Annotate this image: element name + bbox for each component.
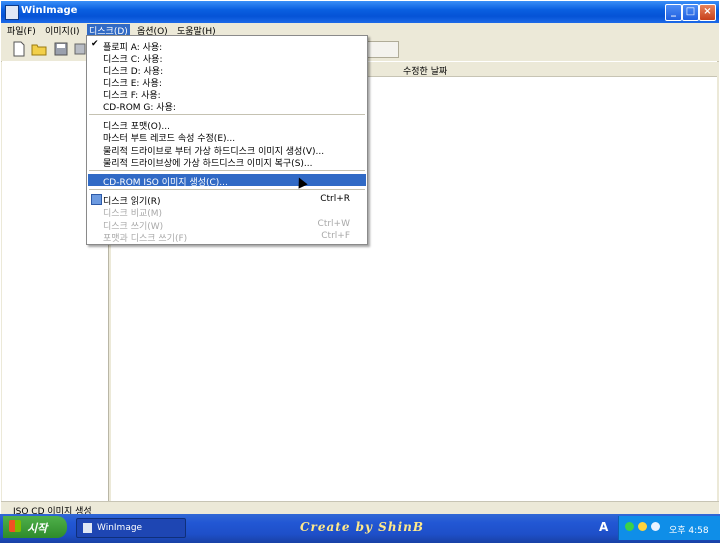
toolbar-field[interactable] — [367, 41, 399, 58]
app-icon[interactable] — [5, 5, 19, 20]
minimize-button[interactable]: _ — [665, 4, 682, 21]
close-button[interactable]: × — [699, 4, 716, 21]
clock[interactable]: 오후 4:58 — [669, 523, 709, 536]
disk-dropdown-menu: ✔ 플로피 A: 사용: 디스크 C: 사용: 디스크 D: 사용: 디스크 E… — [86, 35, 368, 245]
window-title: WinImage — [21, 5, 78, 16]
menu-item-read-disk[interactable]: 디스크 읽기(R) Ctrl+R — [88, 193, 366, 207]
winimage-icon — [83, 523, 92, 533]
tray-app-icon[interactable] — [638, 522, 647, 531]
menu-file[interactable]: 파일(F) — [5, 24, 38, 37]
system-tray: 오후 4:58 — [618, 516, 720, 540]
menu-item-floppy-a[interactable]: ✔ 플로피 A: 사용: — [88, 39, 366, 53]
network-icon[interactable] — [625, 522, 634, 531]
menu-item-disk-f[interactable]: 디스크 F: 사용: — [88, 87, 366, 101]
menu-item-restore-vhd[interactable]: 물리적 드라이브상에 가상 하드디스크 이미지 복구(S)... — [88, 155, 366, 169]
taskbar: 시작 WinImage Create by ShinB A 오후 4:58 — [0, 514, 720, 543]
start-button[interactable]: 시작 — [3, 516, 67, 538]
ime-indicator[interactable]: A — [599, 520, 608, 534]
menu-item-format-write-disk: 포맷과 디스크 쓰기(F) Ctrl+F — [103, 231, 350, 244]
maximize-button[interactable]: □ — [682, 4, 699, 21]
menu-separator — [89, 170, 365, 171]
save-icon[interactable] — [53, 41, 69, 57]
menu-separator — [89, 189, 365, 190]
checkmark-icon: ✔ — [91, 39, 99, 49]
taskbar-item-winimage[interactable]: WinImage — [76, 518, 186, 538]
menu-item-format-disk[interactable]: 디스크 포맷(O)... — [88, 118, 366, 132]
banner-text: Create by ShinB — [300, 520, 424, 534]
menu-item-write-disk: 디스크 쓰기(W) Ctrl+W — [103, 219, 350, 232]
read-disk-icon — [91, 194, 102, 205]
menu-item-compare-disk: 디스크 비교(M) — [103, 209, 163, 219]
windows-logo-icon — [9, 520, 21, 532]
column-modified-date[interactable]: 수정한 날짜 — [403, 64, 447, 77]
menu-item-disk-c[interactable]: 디스크 C: 사용: — [88, 51, 366, 65]
menu-item-cdrom-g[interactable]: CD-ROM G: 사용: — [88, 99, 366, 113]
menu-image[interactable]: 이미지(I) — [43, 24, 82, 37]
title-bar[interactable]: WinImage _ □ × — [1, 1, 719, 23]
menu-separator — [89, 114, 365, 115]
new-file-icon[interactable] — [11, 41, 27, 57]
menu-item-disk-e[interactable]: 디스크 E: 사용: — [88, 75, 366, 89]
open-folder-icon[interactable] — [31, 41, 47, 57]
menu-item-create-vhd[interactable]: 물리적 드라이브로 부터 가상 하드디스크 이미지 생성(V)... — [88, 143, 366, 157]
menu-item-edit-mbr[interactable]: 마스터 부트 레코드 속성 수정(E)... — [88, 130, 366, 144]
menu-item-disk-d[interactable]: 디스크 D: 사용: — [88, 63, 366, 77]
globe-icon[interactable] — [651, 522, 660, 531]
menu-item-create-iso[interactable]: CD-ROM ISO 이미지 생성(C)... — [88, 174, 366, 188]
